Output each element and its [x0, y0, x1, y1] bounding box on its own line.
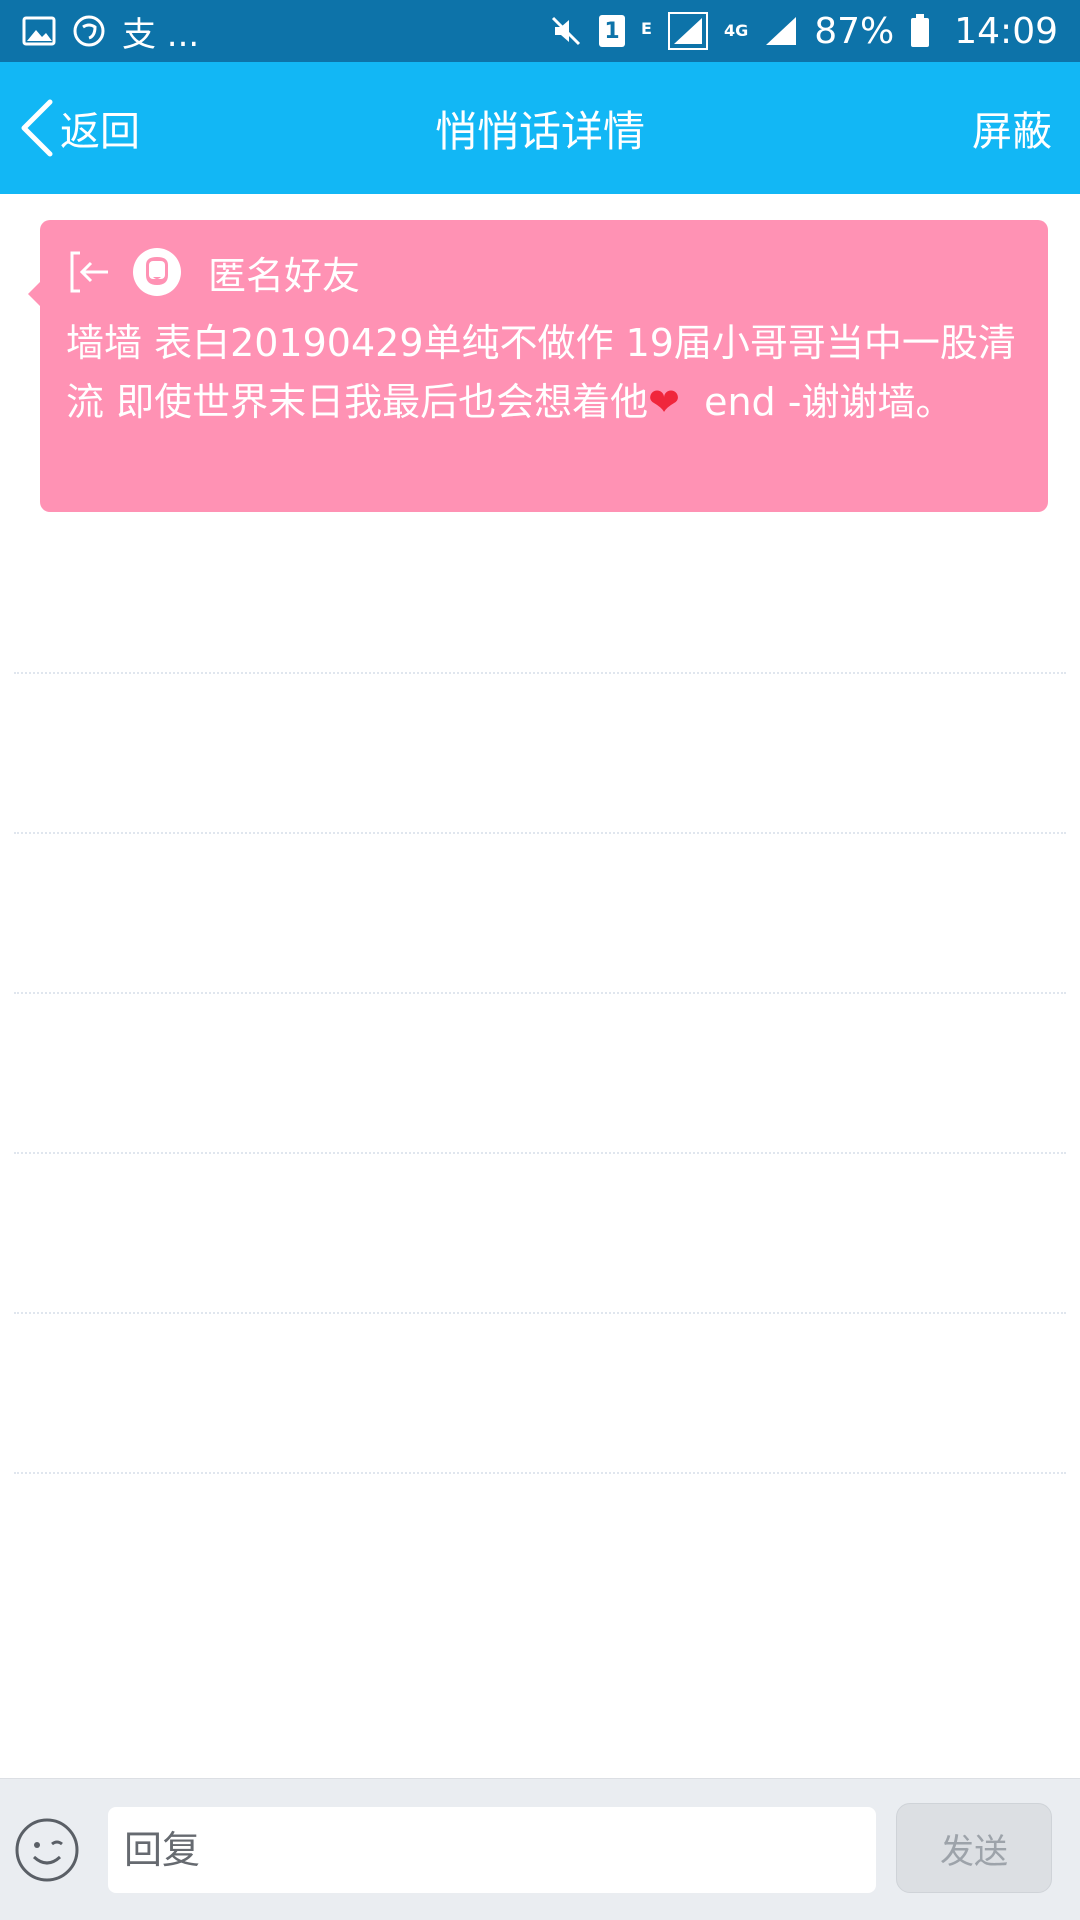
page-title: 悄悄话详情	[434, 106, 645, 156]
battery-percent: 87%	[814, 10, 895, 52]
back-label: 返回	[60, 109, 140, 155]
network-e-label: E	[641, 18, 652, 38]
reply-input[interactable]	[108, 1807, 876, 1893]
reply-bar: 发送	[0, 1778, 1080, 1920]
back-button[interactable]: 返回	[18, 62, 140, 194]
sim-icon: 1	[599, 15, 626, 47]
alipay-icon	[73, 15, 105, 47]
exit-icon[interactable]	[66, 249, 112, 295]
heart-emoji: ❤	[648, 380, 680, 424]
ruled-line	[14, 992, 1066, 994]
ruled-line	[14, 1312, 1066, 1314]
signal-icon-2	[766, 17, 797, 45]
block-button[interactable]: 屏蔽	[972, 62, 1052, 194]
message-text: 墙墙 表白20190429单纯不做作 19届小哥哥当中一股清流 即使世界末日我最…	[66, 314, 1022, 432]
signal-icon-1	[667, 12, 708, 50]
status-bar: 支 ... 1 E 4G 87% 14:09	[0, 0, 1080, 62]
ruled-line	[14, 1472, 1066, 1474]
notification-text: 支 ...	[122, 14, 200, 55]
battery-icon	[911, 14, 930, 47]
title-bar: 返回 悄悄话详情 屏蔽	[0, 62, 1080, 194]
ruled-line	[14, 832, 1066, 834]
message-card: 匿名好友 墙墙 表白20190429单纯不做作 19届小哥哥当中一股清流 即使世…	[28, 220, 1048, 512]
chevron-left-icon	[21, 99, 53, 157]
ruled-line	[14, 672, 1066, 674]
ruled-line	[14, 1152, 1066, 1154]
mute-icon	[551, 16, 581, 46]
message-header: 匿名好友	[66, 244, 1022, 300]
network-4g-label: 4G	[723, 21, 749, 40]
sender-name: 匿名好友	[208, 253, 361, 298]
message-text-part-2: end -谢谢墙。	[679, 380, 954, 424]
emoji-icon[interactable]	[14, 1817, 80, 1883]
clock: 14:09	[954, 10, 1058, 52]
gallery-icon	[22, 16, 56, 46]
send-button[interactable]: 发送	[896, 1803, 1052, 1893]
anonymous-avatar-icon	[133, 248, 181, 296]
